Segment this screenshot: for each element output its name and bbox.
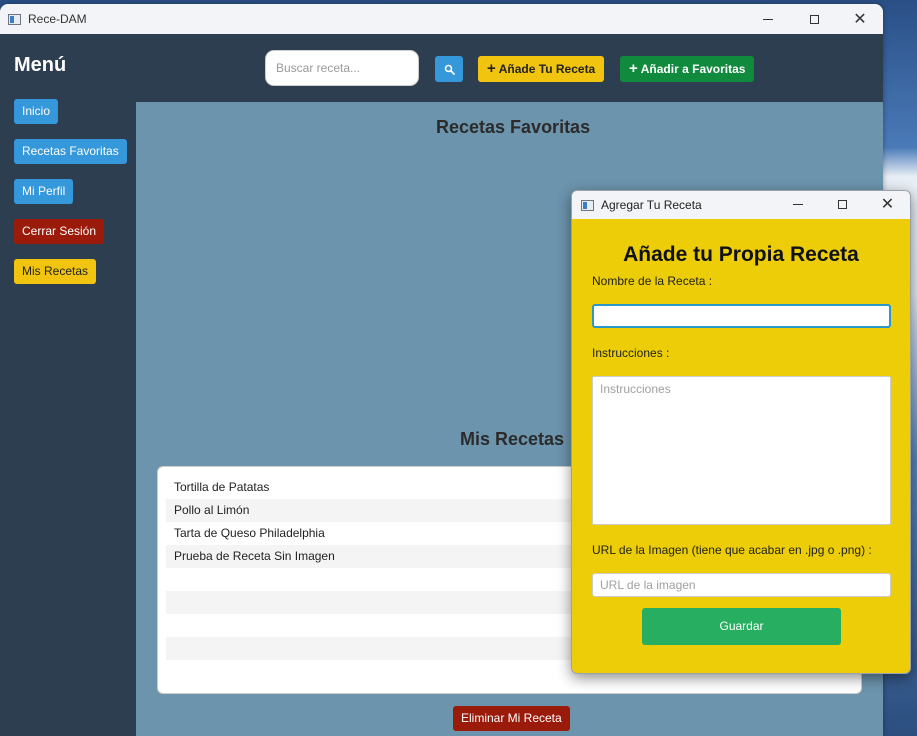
maximize-icon (809, 14, 819, 24)
sidebar-item-inicio[interactable]: Inicio (14, 99, 59, 124)
close-icon: ✕ (880, 194, 895, 213)
image-url-label: URL de la Imagen (tiene que acabar en .j… (592, 543, 872, 557)
close-icon: ✕ (853, 9, 867, 28)
plus-icon: + (487, 60, 496, 77)
my-recipes-title: Mis Recetas (460, 429, 565, 449)
dialog-titlebar: Agregar Tu Receta ✕ (572, 191, 910, 219)
delete-recipe-button[interactable]: Eliminar Mi Receta (453, 706, 570, 731)
instructions-textarea[interactable] (592, 376, 891, 525)
sidebar-item-recetas-favoritas[interactable]: Recetas Favoritas (14, 139, 127, 164)
dialog-maximize-button[interactable] (820, 191, 865, 218)
instructions-label: Instrucciones : (592, 346, 670, 360)
add-recipe-label: Añade Tu Receta (498, 62, 596, 76)
save-button[interactable]: Guardar (642, 608, 841, 645)
sidebar: Menú Inicio Recetas Favoritas Mi Perfil … (0, 34, 136, 736)
maximize-button[interactable] (791, 4, 837, 34)
dialog-heading: Añade tu Propia Receta (623, 243, 859, 266)
app-icon (8, 13, 21, 25)
favorites-title: Recetas Favoritas (436, 117, 591, 137)
add-favorites-label: Añadir a Favoritas (640, 62, 746, 76)
recipe-name-input[interactable] (592, 304, 891, 328)
search-input[interactable] (265, 50, 419, 86)
search-icon (444, 64, 455, 75)
maximize-icon (838, 199, 847, 209)
sidebar-item-mis-recetas[interactable]: Mis Recetas (14, 259, 97, 284)
window-title: Rece-DAM (28, 12, 87, 26)
close-button[interactable]: ✕ (837, 4, 883, 34)
plus-icon: + (629, 60, 638, 77)
add-favorites-button[interactable]: + Añadir a Favoritas (620, 56, 755, 82)
dialog-title: Agregar Tu Receta (601, 198, 702, 212)
dialog-minimize-button[interactable] (775, 191, 820, 218)
dialog-close-button[interactable]: ✕ (865, 191, 910, 218)
image-url-input[interactable] (592, 573, 891, 597)
app-icon (581, 199, 594, 211)
search-button[interactable] (435, 56, 463, 82)
recipe-name-label: Nombre de la Receta : (592, 274, 713, 288)
sidebar-item-mi-perfil[interactable]: Mi Perfil (14, 179, 74, 204)
sidebar-title: Menú (14, 54, 67, 76)
minimize-icon (763, 18, 773, 20)
sidebar-item-cerrar-sesion[interactable]: Cerrar Sesión (14, 219, 105, 244)
add-recipe-dialog: Agregar Tu Receta ✕ Añade tu Propia Rece… (571, 190, 911, 674)
add-recipe-button[interactable]: + Añade Tu Receta (478, 56, 605, 82)
main-titlebar: Rece-DAM ✕ (0, 4, 883, 34)
minimize-button[interactable] (745, 4, 791, 34)
minimize-icon (792, 203, 803, 205)
